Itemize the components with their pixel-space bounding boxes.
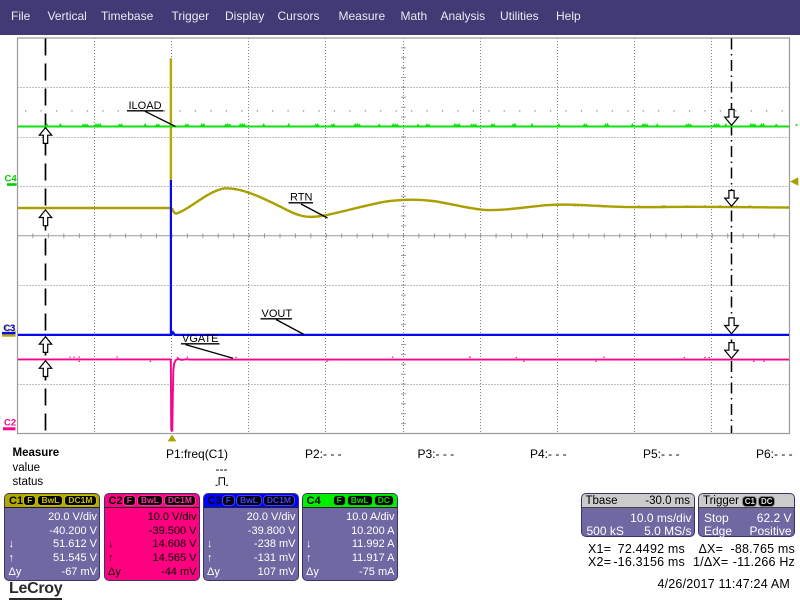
svg-text:VGATE: VGATE <box>182 333 218 345</box>
svg-text:RTN: RTN <box>290 192 312 204</box>
svg-text:C4: C4 <box>5 174 18 185</box>
svg-text:C2: C2 <box>4 418 16 429</box>
